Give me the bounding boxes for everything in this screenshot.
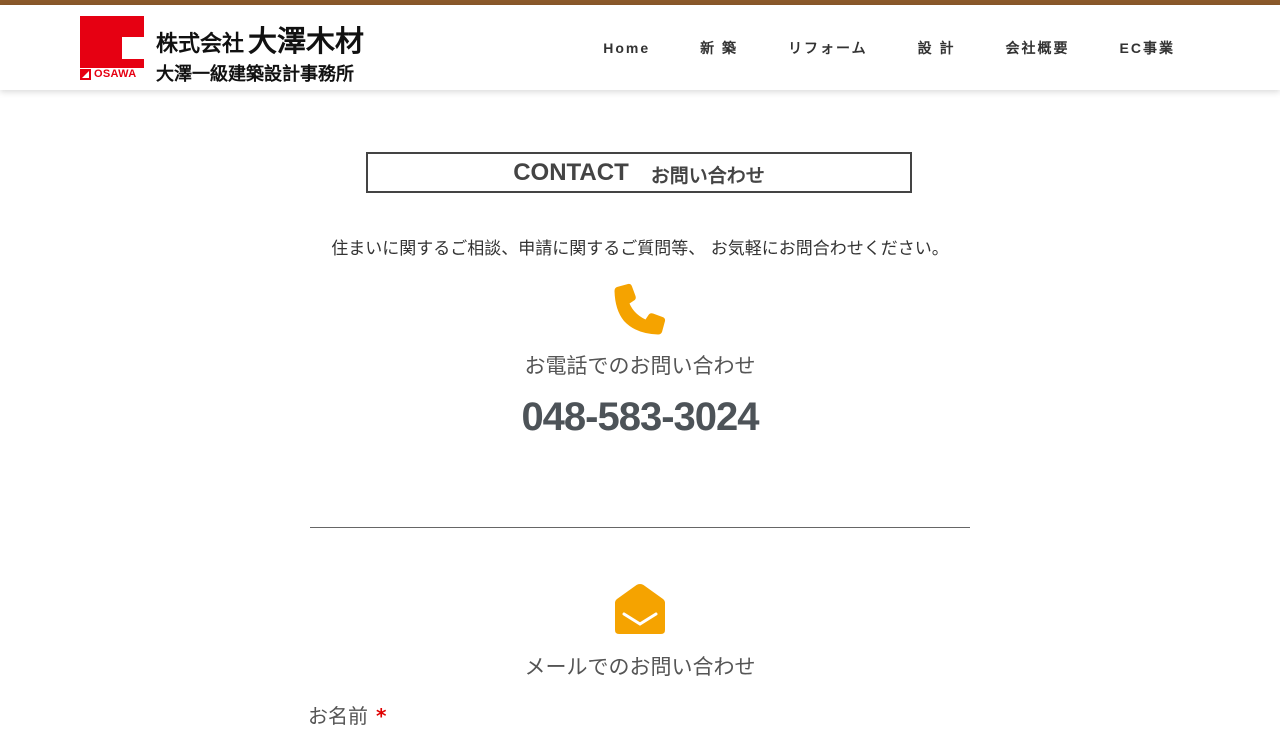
- contact-title-box: CONTACT お問い合わせ: [366, 152, 912, 193]
- contact-title-ja: お問い合わせ: [650, 165, 765, 187]
- logo-company-name: 株式会社 大澤木材: [156, 18, 364, 60]
- nav-item-reform[interactable]: リフォーム: [788, 38, 868, 58]
- logo-brand-row: OSAWA: [80, 68, 136, 80]
- nav-item-ec[interactable]: EC事業: [1120, 38, 1175, 58]
- nav-item-company[interactable]: 会社概要: [1006, 38, 1070, 58]
- logo-brand-icon: [80, 68, 91, 80]
- logo-office-name: 大澤一級建築設計事務所: [156, 64, 354, 85]
- contact-intro-text: 住まいに関するご相談、申請に関するご質問等、 お気軽にお問合わせください。: [331, 239, 949, 259]
- phone-section-heading: お電話でのお問い合わせ: [524, 354, 756, 378]
- phone-number[interactable]: 048-583-3024: [0, 395, 1280, 440]
- nav-item-new-build[interactable]: 新 築: [700, 38, 738, 58]
- logo-company-main: 大澤木材: [248, 24, 365, 58]
- name-field-label: お名前 *: [308, 700, 386, 729]
- logo-brand-text: OSAWA: [94, 68, 137, 80]
- name-label-text: お名前: [308, 704, 368, 728]
- envelope-icon: [615, 584, 665, 634]
- main-nav: Home 新 築 リフォーム 設 計 会社概要 EC事業: [553, 5, 1175, 90]
- section-divider: [310, 527, 970, 528]
- logo-company-prefix: 株式会社: [156, 32, 245, 57]
- site-logo[interactable]: OSAWA 株式会社 大澤木材 大澤一級建築設計事務所: [80, 16, 380, 85]
- mail-section-heading: メールでのお問い合わせ: [524, 655, 756, 679]
- contact-title-en: CONTACT: [513, 158, 629, 186]
- required-mark: *: [376, 704, 387, 728]
- phone-icon: [614, 283, 666, 335]
- nav-item-home[interactable]: Home: [603, 40, 650, 56]
- nav-item-design[interactable]: 設 計: [918, 38, 956, 58]
